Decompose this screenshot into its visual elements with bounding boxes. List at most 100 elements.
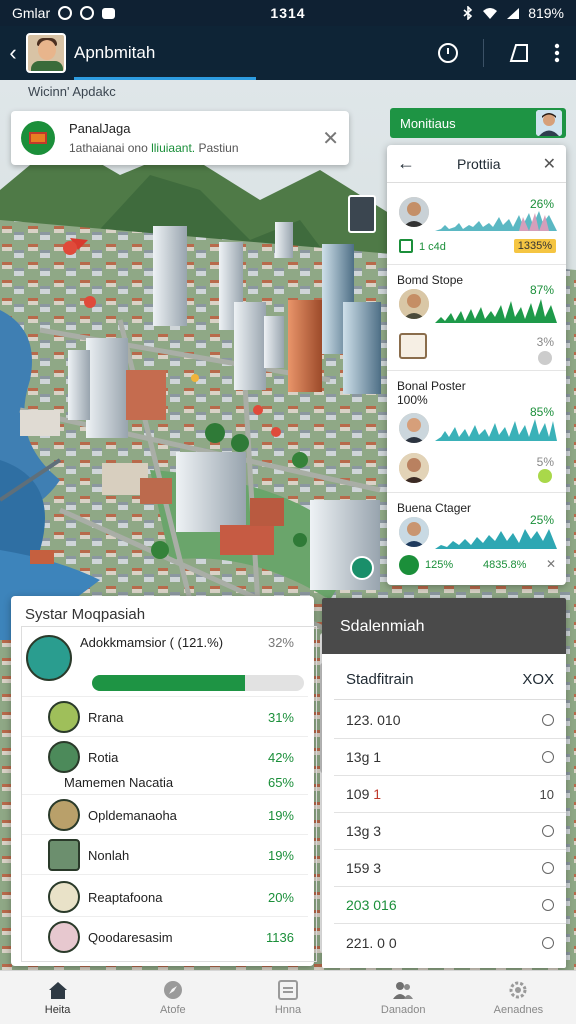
system-item-percent: 19% xyxy=(267,808,294,823)
avatar xyxy=(399,517,429,547)
nav-people-label: Danadon xyxy=(380,1003,426,1016)
profile-row-1[interactable]: 26% 1 c4d 1335% xyxy=(387,183,566,265)
system-list[interactable]: Adokkmamsior ( (121.%) 32% Rrana 31% Rot… xyxy=(21,626,326,962)
radio-button[interactable] xyxy=(542,825,554,837)
table-row[interactable]: 203 016 xyxy=(334,887,566,924)
table-row[interactable]: 123. 010 xyxy=(334,702,566,739)
nav-home-label: Heita xyxy=(44,1003,71,1016)
notification-sub-prefix: 1athaianai ono xyxy=(69,141,148,155)
briefcase-icon xyxy=(21,121,55,155)
activity-sparkline xyxy=(435,299,557,323)
system-item-percent: 65% xyxy=(267,775,294,790)
tag-icon[interactable] xyxy=(508,42,530,64)
profile-stat-secondary: 4835.8% xyxy=(483,559,527,571)
activity-sparkline xyxy=(435,529,557,549)
list-icon xyxy=(278,979,298,1000)
profiles-panel-header: ← Prottiia ✕ xyxy=(387,145,566,183)
home-icon xyxy=(48,981,67,999)
nav-people[interactable]: Danadon xyxy=(346,971,461,1024)
table-row[interactable]: 159 3 xyxy=(334,850,566,887)
back-icon[interactable]: ‹ xyxy=(0,40,26,66)
system-item-percent: 20% xyxy=(267,890,294,905)
system-item-percent: 1136 xyxy=(266,930,294,945)
list-item[interactable]: Opldemanaoha 19% xyxy=(22,795,308,835)
toolbox-icon xyxy=(399,333,427,359)
radio-button[interactable] xyxy=(542,714,554,726)
list-item[interactable]: Adokkmamsior ( (121.%) 32% xyxy=(22,627,308,697)
compass-icon xyxy=(163,980,182,999)
system-item-percent: 42% xyxy=(267,750,294,765)
refresh-icon[interactable] xyxy=(399,555,419,575)
schedule-sub-label: Stadfitrain xyxy=(346,671,414,688)
system-item-label: Rotia xyxy=(88,750,119,765)
system-item-percent: 32% xyxy=(267,635,294,650)
profile-stat: 1 c4d xyxy=(419,241,446,253)
radio-button[interactable] xyxy=(542,936,554,949)
profile-name: Bonal Poster xyxy=(397,379,466,393)
info-icon[interactable] xyxy=(437,42,459,64)
system-panel: Systar Moqpasiah Adokkmamsior ( (121.%) … xyxy=(11,596,326,966)
hospital-icon xyxy=(48,921,80,953)
profile-row-3[interactable]: Bonal Poster 100% 85% 5% xyxy=(387,371,566,493)
clock: 1314 xyxy=(270,5,306,21)
map-title: Wicinn' Apdakc xyxy=(28,84,116,99)
system-item-label: Qoodaresasim xyxy=(88,930,173,945)
profile-toggle-percent: 3% xyxy=(536,335,554,349)
list-item[interactable]: Rotia 42% Mamemen Nacatia 65% xyxy=(22,737,308,795)
schedule-sub-value[interactable]: XOX xyxy=(522,671,554,688)
notification-subtitle: 1athaianai ono lliuiaant. Pastiun xyxy=(69,141,239,155)
document-icon xyxy=(48,839,80,871)
schedule-value: 13g 3 xyxy=(346,823,382,839)
toggle-switch[interactable] xyxy=(538,469,552,483)
schedule-value: 109 xyxy=(346,786,370,802)
avatar xyxy=(536,110,562,136)
notification-card[interactable]: PanalJaga 1athaianai ono lliuiaant. Past… xyxy=(11,111,349,165)
pill-icon xyxy=(48,881,80,913)
close-icon[interactable]: ✕ xyxy=(546,557,556,571)
radio-button[interactable] xyxy=(542,751,554,763)
back-arrow-icon[interactable]: ← xyxy=(397,153,415,174)
table-row[interactable]: 13g 1 xyxy=(334,739,566,776)
table-row[interactable]: 13g 3 xyxy=(334,813,566,850)
table-row[interactable]: 221. 0 0 xyxy=(334,924,566,961)
notification-sub-suffix: Pastiun xyxy=(198,141,239,155)
toggle-switch[interactable] xyxy=(538,351,552,365)
avatar xyxy=(399,289,429,319)
radio-button[interactable] xyxy=(542,899,554,911)
avatar[interactable] xyxy=(26,33,66,73)
table-row[interactable]: 109 1 10 xyxy=(334,776,566,813)
avatar xyxy=(399,453,429,483)
members-button[interactable]: Monitiaus xyxy=(390,108,566,138)
more-icon[interactable] xyxy=(554,42,560,64)
system-item-label: Adokkmamsior ( (121.%) xyxy=(80,635,224,650)
schedule-value: 221. 0 0 xyxy=(346,934,397,951)
close-icon[interactable]: ✕ xyxy=(543,154,556,174)
profiles-panel-title: Prottiia xyxy=(457,155,501,172)
nav-home[interactable]: Heita xyxy=(0,971,115,1024)
nav-list[interactable]: Hnna xyxy=(230,971,345,1024)
activity-sparkline xyxy=(435,211,557,231)
profile-stat: 125% xyxy=(425,559,454,571)
list-item[interactable]: Reaptafoona 20% xyxy=(22,877,308,917)
notification-sub-highlight: lliuiaant. xyxy=(151,141,196,155)
close-icon[interactable]: ✕ xyxy=(322,126,339,151)
schedule-flag: 1 xyxy=(373,786,382,802)
list-item[interactable]: Nonlah 19% xyxy=(22,835,308,875)
schedule-value: 13g 1 xyxy=(346,749,382,765)
profile-row-2[interactable]: Bomd Stope 87% 3% xyxy=(387,265,566,371)
schedule-count[interactable]: 10 xyxy=(540,787,554,802)
profile-row-4[interactable]: Buena Ctager 25% 125% 4835.8% ✕ xyxy=(387,493,566,585)
members-label: Monitiaus xyxy=(400,115,456,131)
list-item[interactable]: Rrana 31% xyxy=(22,697,308,737)
nav-explore-label: Atofe xyxy=(159,1003,186,1016)
schedule-panel-title: Sdalenmiah xyxy=(322,598,566,654)
activity-sparkline xyxy=(435,419,557,441)
list-item[interactable]: Qoodaresasim 1136 xyxy=(22,917,308,957)
nav-explore[interactable]: Atofe xyxy=(115,971,230,1024)
system-item-percent: 19% xyxy=(267,848,294,863)
radio-button[interactable] xyxy=(542,862,554,874)
nav-settings[interactable]: Aenadnes xyxy=(461,971,576,1024)
profile-name: Buena Ctager xyxy=(397,501,472,515)
avatar xyxy=(399,413,429,443)
system-item-label: Mamemen Nacatia xyxy=(64,775,174,790)
